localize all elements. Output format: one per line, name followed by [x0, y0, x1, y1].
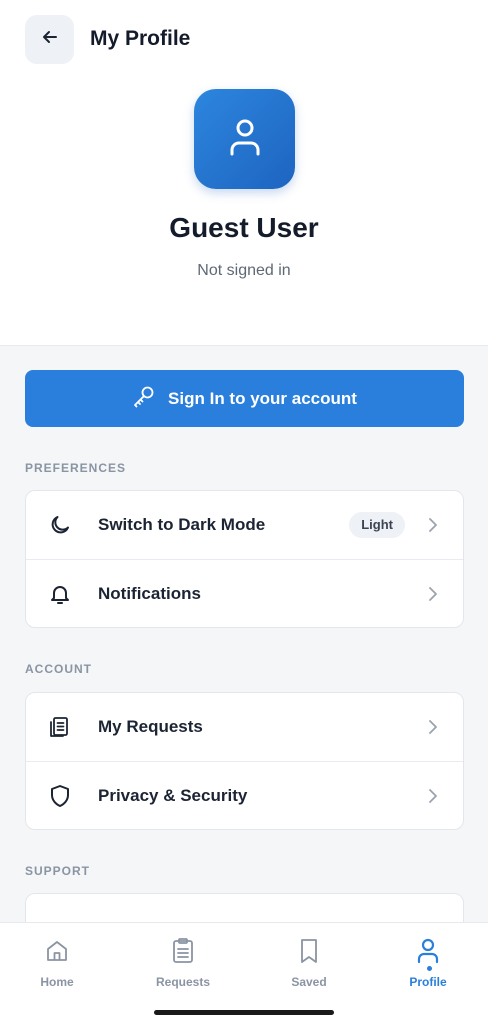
key-icon [132, 384, 156, 413]
tab-profile-label: Profile [409, 975, 447, 989]
notifications-row[interactable]: Notifications [26, 559, 463, 627]
account-card: My Requests Privacy & Security [25, 692, 464, 830]
home-indicator [154, 1010, 334, 1015]
back-button[interactable] [25, 15, 74, 64]
active-tab-indicator [427, 966, 432, 971]
user-status: Not signed in [197, 262, 291, 279]
clipboard-icon [48, 715, 72, 739]
user-name: Guest User [169, 212, 319, 243]
tab-requests-label: Requests [155, 975, 211, 989]
bottom-tab-bar: Home Requests Saved Profile [0, 922, 488, 1024]
page-title: My Profile [90, 27, 191, 50]
bookmark-icon [296, 937, 322, 965]
my-requests-row[interactable]: My Requests [26, 693, 463, 761]
notifications-label: Notifications [98, 584, 201, 603]
tab-home-label: Home [40, 975, 74, 989]
sign-in-label: Sign In to your account [168, 388, 357, 408]
moon-icon [48, 513, 72, 537]
clipboard-icon [170, 937, 196, 965]
theme-badge: Light [349, 512, 405, 538]
home-icon [44, 937, 70, 965]
dark-mode-label: Switch to Dark Mode [98, 515, 266, 534]
section-label-preferences: PREFERENCES [25, 461, 127, 475]
profile-header-section: My Profile Guest User Not signed in [0, 0, 488, 346]
user-icon [227, 117, 263, 162]
shield-icon [48, 784, 72, 808]
preferences-card: Switch to Dark Mode Light Notifications [25, 490, 464, 628]
tab-requests[interactable]: Requests [138, 937, 228, 989]
section-label-account: ACCOUNT [25, 662, 92, 676]
avatar [194, 89, 295, 189]
tab-profile[interactable]: Profile [383, 937, 473, 989]
tab-home[interactable]: Home [12, 937, 102, 989]
privacy-security-row[interactable]: Privacy & Security [26, 761, 463, 829]
chevron-right-icon [427, 585, 439, 603]
privacy-security-label: Privacy & Security [98, 786, 248, 805]
arrow-left-icon [40, 27, 60, 52]
user-icon [415, 937, 441, 965]
chevron-right-icon [427, 516, 439, 534]
my-requests-label: My Requests [98, 717, 203, 736]
tab-saved[interactable]: Saved [264, 937, 354, 989]
sign-in-button[interactable]: Sign In to your account [25, 370, 464, 427]
bell-icon [48, 582, 72, 606]
dark-mode-row[interactable]: Switch to Dark Mode Light [26, 491, 463, 559]
chevron-right-icon [427, 718, 439, 736]
section-label-support: SUPPORT [25, 864, 91, 878]
chevron-right-icon [427, 787, 439, 805]
tab-saved-label: Saved [291, 975, 327, 989]
